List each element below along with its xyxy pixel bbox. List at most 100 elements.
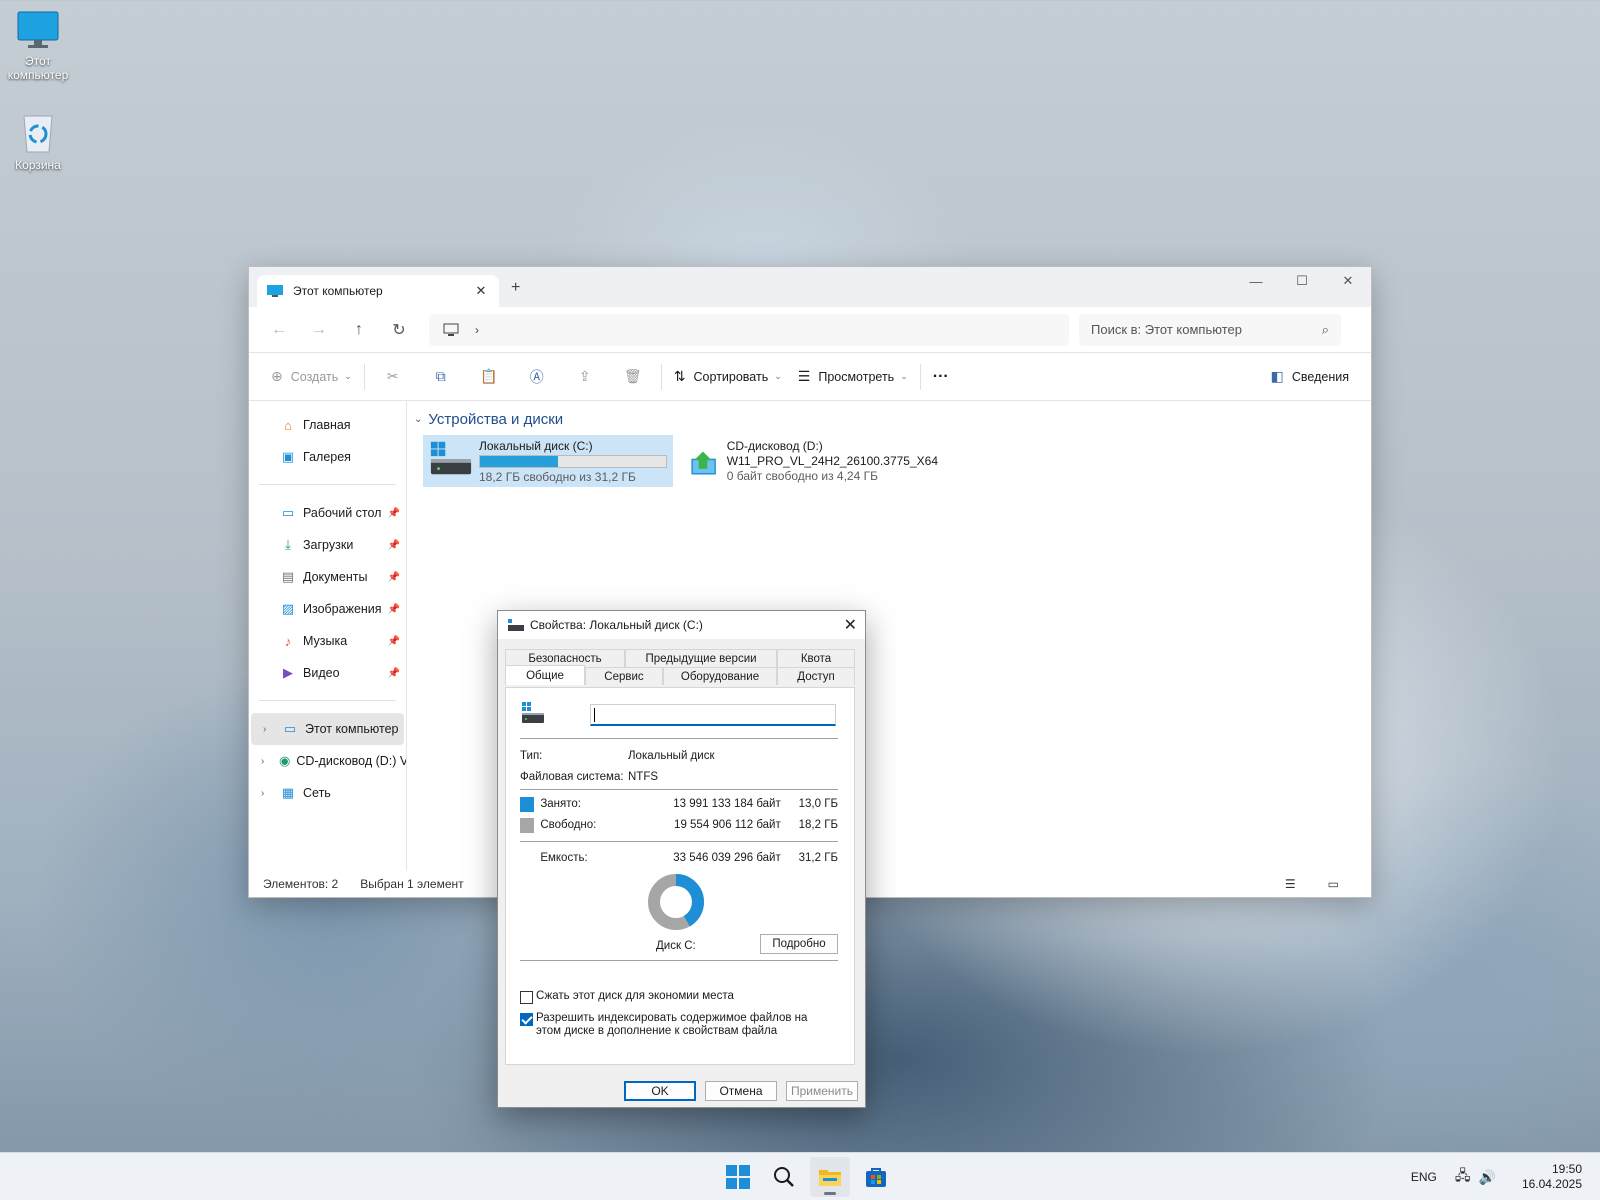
cd-drive-icon: ◉ xyxy=(279,753,291,768)
chevron-right-icon[interactable]: › xyxy=(475,323,479,337)
tab-general[interactable]: Общие xyxy=(505,665,585,685)
details-view-icon[interactable]: ☰ xyxy=(1285,877,1296,891)
index-checkbox[interactable] xyxy=(520,1013,533,1026)
plus-circle-icon: ⊕ xyxy=(271,368,283,384)
desktop-icon-recycle-bin[interactable]: Корзина xyxy=(0,110,76,172)
nav-item-this-pc[interactable]: › ▭ Этот компьютер xyxy=(251,713,404,745)
nav-item-home[interactable]: ⌂ Главная xyxy=(249,409,406,441)
cut-button[interactable]: ✂ xyxy=(369,361,417,393)
nav-item-cd-drive[interactable]: › ◉ CD-дисковод (D:) V xyxy=(249,745,406,777)
drive-name: CD-дисковод (D:) xyxy=(726,439,823,453)
store-button[interactable] xyxy=(856,1157,896,1197)
chevron-right-icon[interactable]: › xyxy=(261,788,264,799)
volume-name-input[interactable] xyxy=(590,704,836,726)
share-button[interactable]: ⇪ xyxy=(561,361,609,393)
nav-label: Этот компьютер xyxy=(305,722,399,736)
compress-checkbox-row[interactable]: Сжать этот диск для экономии места xyxy=(520,990,734,1004)
file-explorer-taskbar-button[interactable] xyxy=(810,1157,850,1197)
nav-label: Изображения xyxy=(303,602,382,616)
properties-dialog: Свойства: Локальный диск (C:) ✕ Безопасн… xyxy=(497,610,866,1108)
general-tab-panel: Тип: Локальный диск Файловая система: NT… xyxy=(505,687,855,1065)
nav-item-pictures[interactable]: ▨ Изображения 📌 xyxy=(249,593,406,625)
compress-checkbox[interactable] xyxy=(520,991,533,1004)
chevron-down-icon: ⌄ xyxy=(344,371,352,381)
monitor-icon xyxy=(17,11,59,48)
divider xyxy=(520,789,838,790)
used-label: Занято: xyxy=(540,798,581,810)
pin-icon: 📌 xyxy=(387,667,400,679)
nav-item-desktop[interactable]: ▭ Рабочий стол 📌 xyxy=(249,497,406,529)
tab-sharing[interactable]: Доступ xyxy=(777,667,855,685)
nav-item-videos[interactable]: ▶ Видео 📌 xyxy=(249,657,406,689)
nav-label: Галерея xyxy=(303,450,351,464)
desktop-icon-this-pc[interactable]: Этот компьютер xyxy=(0,10,76,82)
group-header[interactable]: ⌄ Устройства и диски xyxy=(414,411,563,428)
tab-hardware[interactable]: Оборудование xyxy=(663,667,777,685)
up-button[interactable]: ↑ xyxy=(339,314,379,346)
sort-button[interactable]: ⇅ Сортировать ⌄ xyxy=(666,361,790,393)
ok-button[interactable]: OK xyxy=(624,1081,696,1101)
view-button[interactable]: ☰ Просмотреть ⌄ xyxy=(790,361,916,393)
refresh-button[interactable]: ↻ xyxy=(379,314,419,346)
maximize-button[interactable]: ☐ xyxy=(1279,267,1325,295)
language-indicator[interactable]: ENG xyxy=(1411,1170,1437,1184)
forward-button[interactable]: → xyxy=(299,314,339,346)
tab-quota[interactable]: Квота xyxy=(777,649,855,667)
volume-icon[interactable]: 🔊 xyxy=(1479,1169,1496,1186)
minimize-button[interactable]: — xyxy=(1233,267,1279,295)
pin-icon: 📌 xyxy=(387,507,400,519)
item-count: Элементов: 2 xyxy=(263,877,339,891)
divider xyxy=(919,363,921,390)
drive-volume-label: W11_PRO_VL_24H2_26100.3775_X64 xyxy=(726,454,938,468)
back-button[interactable]: ← xyxy=(259,314,299,346)
address-field[interactable]: › xyxy=(429,313,1069,346)
disk-cleanup-details-button[interactable]: Подробно xyxy=(760,934,838,954)
download-icon: ⤓ xyxy=(285,537,291,552)
dialog-title-bar: Свойства: Локальный диск (C:) ✕ xyxy=(498,611,865,639)
cancel-button[interactable]: Отмена xyxy=(705,1081,777,1101)
clock[interactable]: 19:50 16.04.2025 xyxy=(1522,1162,1582,1192)
window-controls: — ☐ ✕ xyxy=(1233,267,1371,295)
network-icon[interactable]: 🖧 xyxy=(1455,1165,1471,1189)
desktop-icon-label: Корзина xyxy=(15,158,61,172)
tab-this-pc[interactable]: Этот компьютер ✕ xyxy=(257,275,499,307)
apply-button[interactable]: Применить xyxy=(786,1081,858,1101)
tiles-view-icon[interactable]: ▭ xyxy=(1328,877,1339,891)
nav-label: Сеть xyxy=(303,786,331,800)
close-tab-icon[interactable]: ✕ xyxy=(473,283,489,299)
nav-item-downloads[interactable]: ⤓ Загрузки 📌 xyxy=(249,529,406,561)
delete-button[interactable]: 🗑 xyxy=(609,361,657,393)
nav-item-network[interactable]: › ▦ Сеть xyxy=(249,777,406,809)
more-options-button[interactable]: ··· xyxy=(925,361,957,393)
close-window-button[interactable]: ✕ xyxy=(1325,267,1371,295)
clock-time: 19:50 xyxy=(1551,1162,1582,1176)
details-pane-button[interactable]: ◧ Сведения xyxy=(1263,361,1357,393)
start-button[interactable] xyxy=(718,1157,758,1197)
nav-item-documents[interactable]: ▤ Документы 📌 xyxy=(249,561,406,593)
drive-usage-bar xyxy=(479,455,667,468)
nav-item-gallery[interactable]: ▣ Галерея xyxy=(249,441,406,473)
copy-button[interactable]: ⧉ xyxy=(417,361,465,393)
drive-tile-c[interactable]: Локальный диск (C:) 18,2 ГБ свободно из … xyxy=(423,435,673,487)
drive-tile-d[interactable]: CD-дисковод (D:) W11_PRO_VL_24H2_26100.3… xyxy=(684,435,944,487)
divider xyxy=(363,363,365,390)
desktop-icon: ▭ xyxy=(281,505,295,520)
tab-tools[interactable]: Сервис xyxy=(585,667,663,685)
index-checkbox-row[interactable]: Разрешить индексировать содержимое файло… xyxy=(520,1012,830,1038)
create-button[interactable]: ⊕ Создать ⌄ xyxy=(263,361,360,393)
search-button[interactable] xyxy=(764,1157,804,1197)
hard-drive-icon xyxy=(522,702,544,723)
paste-button[interactable]: 📋 xyxy=(465,361,513,393)
close-icon[interactable]: ✕ xyxy=(844,615,857,635)
chevron-right-icon[interactable]: › xyxy=(263,724,266,735)
pin-icon: 📌 xyxy=(387,635,400,647)
tab-previous-versions[interactable]: Предыдущие версии xyxy=(625,649,777,667)
compress-label: Сжать этот диск для экономии места xyxy=(536,990,734,1002)
chevron-right-icon[interactable]: › xyxy=(261,756,264,767)
sort-icon: ⇅ xyxy=(673,368,686,384)
nav-item-music[interactable]: ♪ Музыка 📌 xyxy=(249,625,406,657)
rename-button[interactable]: Ⓐ xyxy=(513,361,561,393)
search-field[interactable]: Поиск в: Этот компьютер ⌕ xyxy=(1079,313,1341,346)
folder-icon xyxy=(819,1170,841,1186)
new-tab-button[interactable]: + xyxy=(511,279,520,297)
